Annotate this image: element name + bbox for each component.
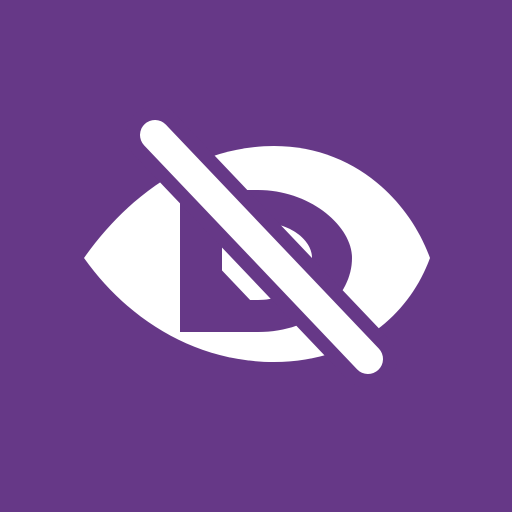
app-icon-tile	[0, 0, 512, 512]
eye-slash-icon	[0, 0, 512, 512]
